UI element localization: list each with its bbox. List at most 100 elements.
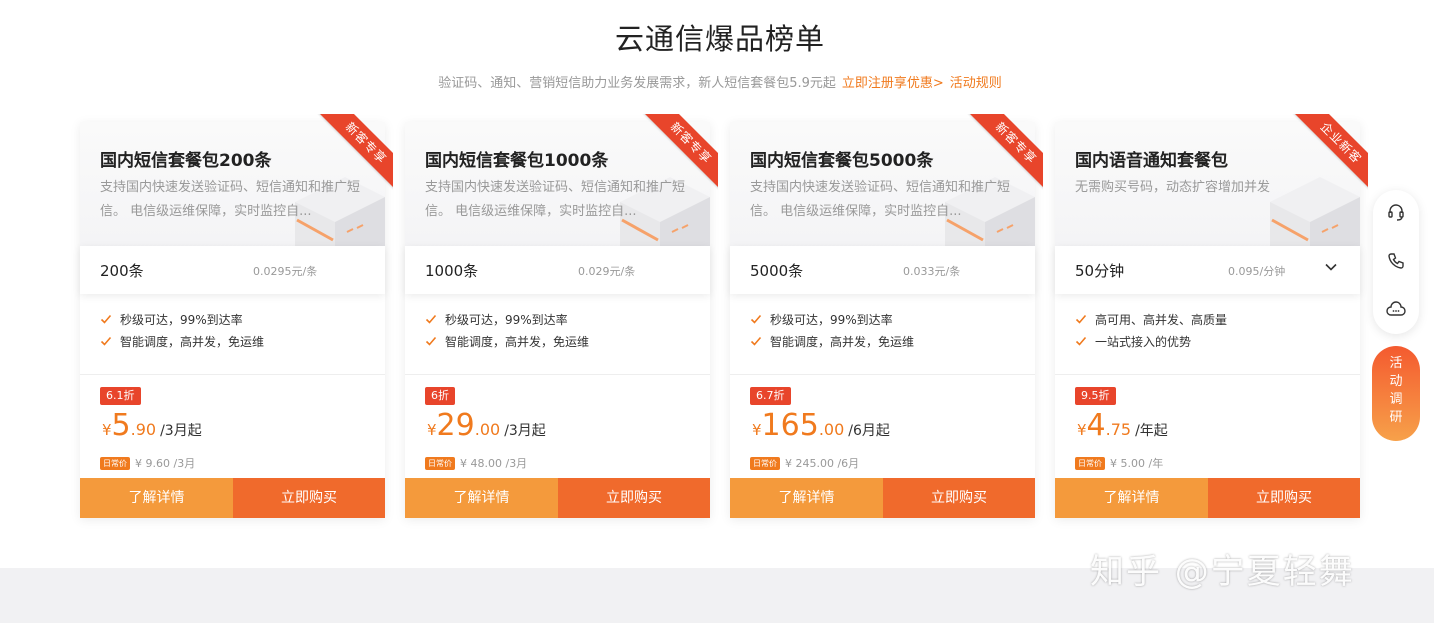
- check-icon: [100, 336, 112, 346]
- feature-item: 智能调度，高并发，免运维: [425, 334, 589, 356]
- discount-badge: 6.1折: [100, 387, 141, 405]
- check-icon: [425, 314, 437, 324]
- spec-selector[interactable]: 200条 0.0295元/条: [80, 246, 385, 294]
- normal-price-tag: 日常价: [425, 457, 455, 470]
- card-title: 国内短信套餐包200条: [100, 151, 272, 171]
- check-icon: [750, 314, 762, 324]
- ribbon: 企业新客: [1290, 114, 1368, 192]
- details-button[interactable]: 了解详情: [405, 478, 558, 518]
- discount-badge: 6.7折: [750, 387, 791, 405]
- feature-text: 秒级可达，99%到达率: [120, 313, 243, 327]
- ribbon-label: 新客专享: [643, 114, 718, 191]
- price-integer: 5: [111, 408, 131, 443]
- currency-symbol: ¥: [102, 421, 112, 439]
- price-unit: /3月起: [160, 423, 202, 439]
- normal-price-tag: 日常价: [750, 457, 780, 470]
- page-subtitle: 验证码、通知、营销短信助力业务发展需求，新人短信套餐包5.9元起 立即注册享优惠>…: [0, 72, 1434, 91]
- product-card: 国内短信套餐包200条 支持国内快速发送验证码、短信通知和推广短信。 电信级运维…: [80, 114, 393, 518]
- survey-button[interactable]: 活动调研: [1372, 346, 1420, 441]
- ribbon: 新客专享: [640, 114, 718, 192]
- buy-button[interactable]: 立即购买: [233, 478, 385, 518]
- discount-badge: 6折: [425, 387, 455, 405]
- product-card: 国内短信套餐包1000条 支持国内快速发送验证码、短信通知和推广短信。 电信级运…: [405, 114, 718, 518]
- normal-price: 日常价 ¥ 5.00 /年: [1075, 455, 1163, 471]
- unit-price: 0.033元/条: [903, 265, 961, 278]
- phone-icon[interactable]: [1386, 251, 1406, 271]
- price-integer: 4: [1086, 408, 1106, 443]
- price-decimal: .00: [818, 420, 845, 439]
- spec-value: 50分钟: [1075, 262, 1125, 280]
- feature-list: 秒级可达，99%到达率智能调度，高并发，免运维: [425, 312, 589, 356]
- ribbon-label: 新客专享: [318, 114, 393, 191]
- page-title: 云通信爆品榜单: [614, 22, 825, 56]
- feature-list: 秒级可达，99%到达率智能调度，高并发，免运维: [750, 312, 914, 356]
- details-button[interactable]: 了解详情: [730, 478, 883, 518]
- normal-price-value: ¥ 9.60 /3月: [135, 457, 196, 470]
- price-unit: /6月起: [848, 423, 890, 439]
- feature-text: 一站式接入的优势: [1095, 335, 1192, 349]
- buy-button[interactable]: 立即购买: [1208, 478, 1360, 518]
- normal-price-tag: 日常价: [1075, 457, 1105, 470]
- divider: [405, 374, 710, 375]
- feature-text: 秒级可达，99%到达率: [445, 313, 568, 327]
- ribbon: 新客专享: [965, 114, 1043, 192]
- subtitle-text: 验证码、通知、营销短信助力业务发展需求，新人短信套餐包5.9元起: [438, 76, 836, 91]
- feature-text: 智能调度，高并发，免运维: [445, 335, 590, 349]
- ribbon-label: 企业新客: [1293, 114, 1368, 191]
- discount-badge: 9.5折: [1075, 387, 1116, 405]
- chevron-down-icon[interactable]: [1324, 260, 1338, 274]
- details-button[interactable]: 了解详情: [80, 478, 233, 518]
- details-button[interactable]: 了解详情: [1055, 478, 1208, 518]
- ribbon: 新客专享: [315, 114, 393, 192]
- ribbon-label: 新客专享: [968, 114, 1043, 191]
- survey-label: 活动调研: [1389, 356, 1403, 425]
- spec-selector[interactable]: 5000条 0.033元/条: [730, 246, 1035, 294]
- card-title: 国内语音通知套餐包: [1075, 151, 1228, 171]
- product-card: 国内语音通知套餐包 无需购买号码，动态扩容增加并发 企业新客 50分钟 0.09…: [1055, 114, 1368, 518]
- normal-price: 日常价 ¥ 48.00 /3月: [425, 455, 527, 471]
- spec-selector[interactable]: 1000条 0.029元/条: [405, 246, 710, 294]
- unit-price: 0.029元/条: [578, 265, 636, 278]
- watermark: 知乎 @宁夏轻舞: [1090, 552, 1355, 592]
- feature-list: 高可用、高并发、高质量 一站式接入的优势: [1075, 312, 1227, 356]
- unit-price: 0.0295元/条: [253, 265, 318, 278]
- divider: [730, 374, 1035, 375]
- price: ¥4.75/年起: [1077, 408, 1168, 443]
- side-toolbar: [1373, 190, 1419, 334]
- price-decimal: .00: [474, 420, 501, 439]
- buy-button[interactable]: 立即购买: [883, 478, 1035, 518]
- feature-item: 高可用、高并发、高质量: [1075, 312, 1227, 334]
- currency-symbol: ¥: [1077, 421, 1087, 439]
- feature-list: 秒级可达，99%到达率智能调度，高并发，免运维: [100, 312, 264, 356]
- normal-price-value: ¥ 5.00 /年: [1110, 457, 1164, 470]
- feature-item: 智能调度，高并发，免运维: [750, 334, 914, 356]
- headset-icon[interactable]: [1386, 202, 1406, 222]
- rules-link[interactable]: 活动规则: [950, 76, 1002, 91]
- check-icon: [1075, 314, 1087, 324]
- price: ¥29.00/3月起: [427, 408, 546, 443]
- normal-price: 日常价 ¥ 9.60 /3月: [100, 455, 195, 471]
- feature-text: 秒级可达，99%到达率: [770, 313, 893, 327]
- feature-item: 智能调度，高并发，免运维: [100, 334, 264, 356]
- price-integer: 165: [761, 408, 819, 443]
- price-decimal: .90: [130, 420, 157, 439]
- price-decimal: .75: [1105, 420, 1132, 439]
- divider: [1055, 374, 1360, 375]
- feature-item: 秒级可达，99%到达率: [425, 312, 589, 334]
- spec-value: 5000条: [750, 262, 804, 280]
- buy-button[interactable]: 立即购买: [558, 478, 710, 518]
- chat-cloud-icon[interactable]: [1386, 300, 1406, 320]
- feature-text: 智能调度，高并发，免运维: [770, 335, 915, 349]
- page: 云通信爆品榜单 验证码、通知、营销短信助力业务发展需求，新人短信套餐包5.9元起…: [0, 0, 1434, 623]
- spec-selector[interactable]: 50分钟 0.095/分钟: [1055, 246, 1360, 294]
- register-link[interactable]: 立即注册享优惠>: [842, 76, 944, 91]
- normal-price-tag: 日常价: [100, 457, 130, 470]
- card-title: 国内短信套餐包5000条: [750, 151, 934, 171]
- feature-item: 秒级可达，99%到达率: [100, 312, 264, 334]
- price-integer: 29: [436, 408, 475, 443]
- unit-price: 0.095/分钟: [1228, 265, 1286, 278]
- spec-value: 1000条: [425, 262, 479, 280]
- check-icon: [1075, 336, 1087, 346]
- check-icon: [750, 336, 762, 346]
- card-title: 国内短信套餐包1000条: [425, 151, 609, 171]
